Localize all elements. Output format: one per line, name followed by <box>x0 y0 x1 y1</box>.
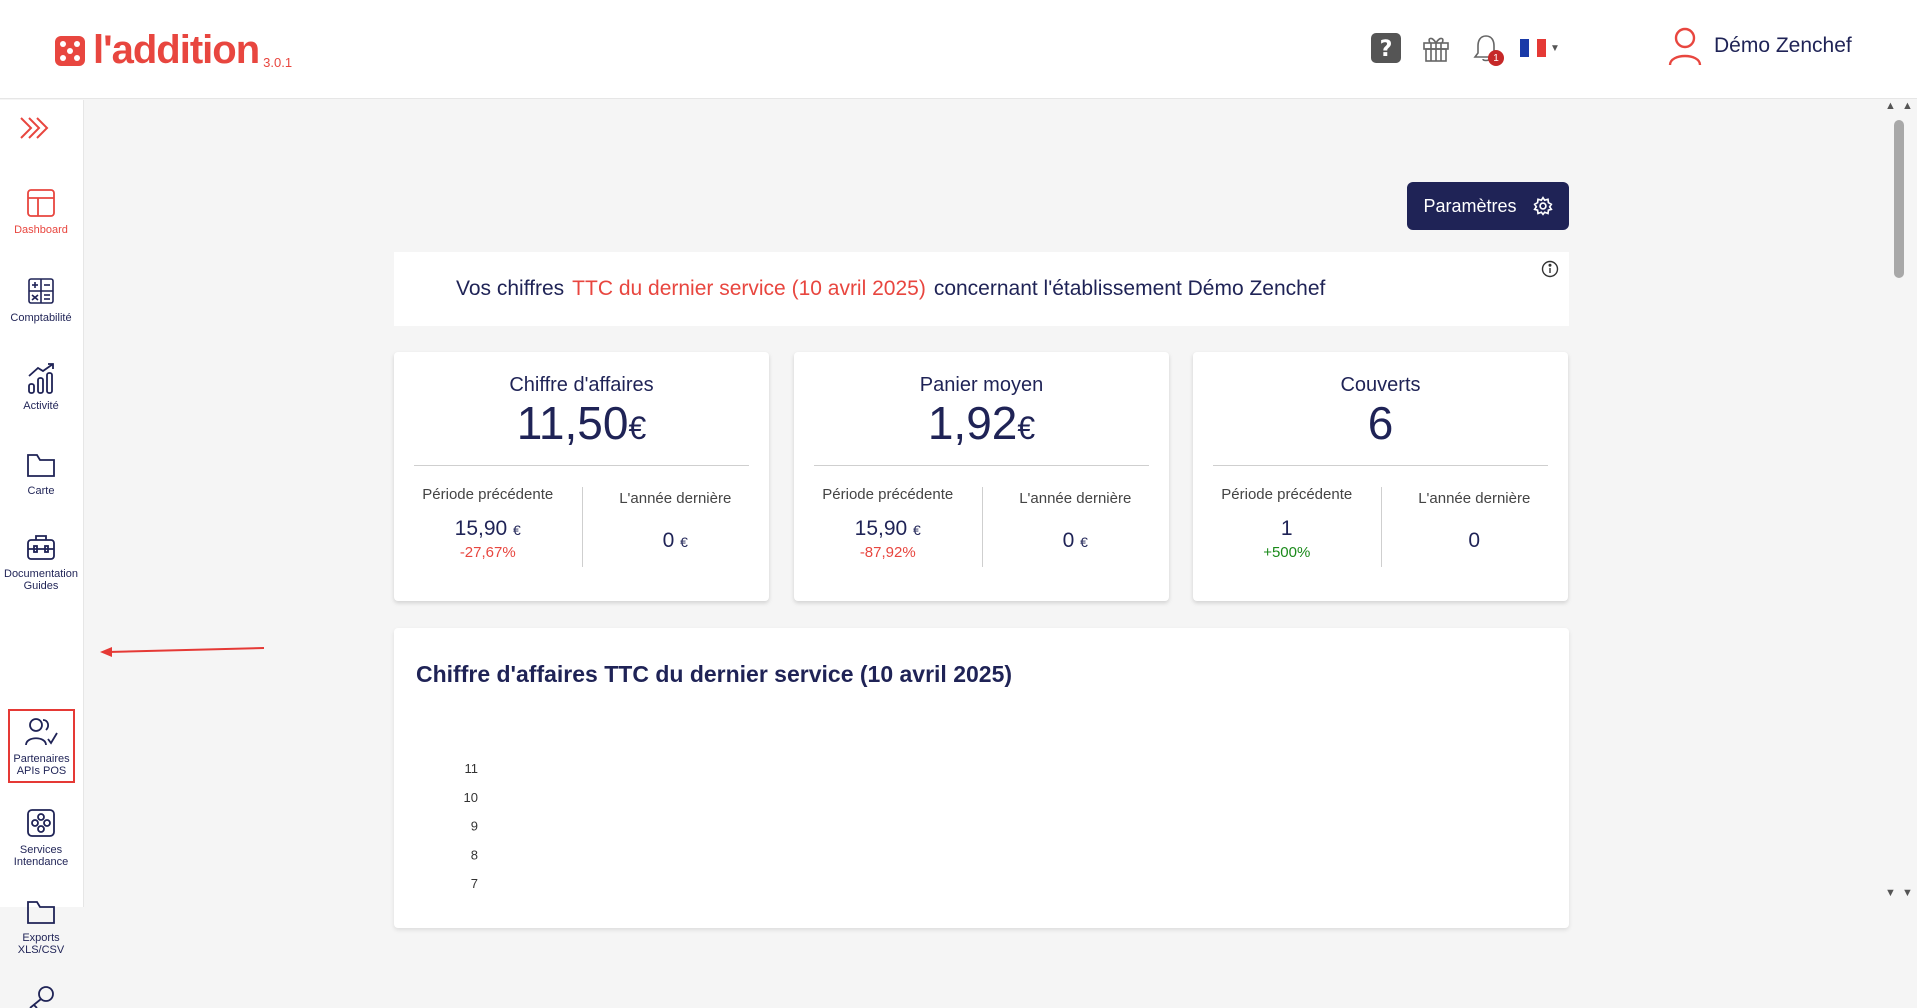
kpi-card-chiffre-affaires: Chiffre d'affaires 11,50€ Période précéd… <box>394 352 769 601</box>
user-name: Démo Zenchef <box>1714 34 1852 57</box>
banner-highlight: TTC du dernier service (10 avril 2025) <box>572 277 926 300</box>
folder-icon <box>27 901 55 924</box>
y-tick-label: 7 <box>471 876 478 891</box>
parametres-button[interactable]: Paramètres <box>1407 182 1569 230</box>
kpi-trend-pct: +500% <box>1263 544 1311 561</box>
kpi-value: 6 <box>1367 397 1394 449</box>
user-menu[interactable]: Démo Zenchef <box>1668 26 1852 66</box>
calculator-icon <box>28 278 54 304</box>
kpi-previous-period: Période précédente 1 +500% <box>1193 486 1381 561</box>
sidebar-item-label: Services Intendance <box>13 844 69 868</box>
kpi-last-year: L'année dernière 0 € <box>1019 490 1132 552</box>
sidebar-item-label: Dashboard <box>14 224 68 236</box>
scroll-down-icon[interactable]: ▼ <box>1902 887 1913 899</box>
sidebar-item-services-main[interactable]: Services Intendance <box>0 808 82 868</box>
info-banner: Vos chiffres TTC du dernier service (10 … <box>394 252 1569 326</box>
kpi-value: 1,92€ <box>927 397 1036 449</box>
notification-bell-icon[interactable]: 1 <box>1470 32 1504 66</box>
y-tick-label: 11 <box>465 761 479 776</box>
kpi-previous-period: Période précédente 15,90 € -27,67% <box>394 486 582 561</box>
sidebar-item-carte[interactable]: Carte <box>0 451 82 497</box>
logo-mark-icon <box>55 36 85 66</box>
sidebar-item-activite[interactable]: Activité <box>0 362 82 412</box>
kpi-previous-period: Période précédente 15,90 € -87,92% <box>794 486 982 561</box>
kpi-card-panier-moyen: Panier moyen 1,92€ Période précédente 15… <box>794 352 1169 601</box>
key-icon <box>29 986 54 1008</box>
y-tick-label: 9 <box>471 819 478 834</box>
scrollbar-thumb[interactable] <box>1894 120 1904 278</box>
app-logo[interactable]: l'addition 3.0.1 <box>55 30 292 70</box>
logo-text: l'addition <box>93 28 260 72</box>
banner-prefix: Vos chiffres <box>456 277 565 300</box>
sidebar-item-label: Activité <box>23 400 59 412</box>
help-icon[interactable]: ? <box>1370 32 1402 64</box>
chevron-down-icon: ▼ <box>1550 42 1560 54</box>
sidebar-item-documentation[interactable]: Documentation Guides <box>0 532 82 592</box>
briefcase-icon <box>27 535 55 560</box>
kpi-trend-pct: -87,92% <box>859 544 916 561</box>
sidebar: Dashboard Comptabilité Activité Carte Do… <box>0 100 84 1008</box>
kpi-card-couverts: Couverts 6 Période précédente 1 +500% L'… <box>1193 352 1568 601</box>
app-header: l'addition 3.0.1 ? 1 ▼ Démo Zenchef <box>0 0 1917 99</box>
kpi-title: Couverts <box>1340 374 1421 396</box>
parametres-label: Paramètres <box>1423 195 1517 216</box>
sidebar-item-comptabilite[interactable]: Comptabilité <box>0 276 82 324</box>
sidebar-item-partenaires[interactable]: Partenaires APIs POS <box>8 709 75 783</box>
y-tick-label: 10 <box>464 790 478 805</box>
scroll-up-icon[interactable]: ▲ <box>1902 100 1913 112</box>
y-tick-label: 8 <box>471 847 478 862</box>
svg-text:?: ? <box>1380 37 1393 62</box>
scroll-down-icon[interactable]: ▼ <box>1885 887 1896 899</box>
scroll-up-icon[interactable]: ▲ <box>1885 100 1896 112</box>
header-icons: ? 1 ▼ <box>1370 32 1560 66</box>
kpi-last-year: L'année dernière 0 € <box>619 490 732 552</box>
language-selector[interactable]: ▼ <box>1520 39 1560 57</box>
sidebar-item-label: Comptabilité <box>10 312 72 324</box>
dashboard-icon <box>27 189 55 217</box>
gift-icon[interactable] <box>1420 32 1452 64</box>
kpi-trend-pct: -27,67% <box>459 544 516 561</box>
french-flag-icon <box>1520 39 1547 57</box>
folder-icon <box>27 454 55 477</box>
sidebar-item-label: Carte <box>27 485 55 497</box>
user-icon <box>1668 27 1702 66</box>
kpi-title: Panier moyen <box>919 374 1044 396</box>
kpi-value: 11,50€ <box>516 397 647 449</box>
banner-suffix: concernant l'établissement Démo Zenchef <box>933 277 1326 300</box>
kpi-last-year: L'année dernière 0 <box>1418 490 1531 552</box>
sidebar-item-dashboard[interactable]: Dashboard <box>0 188 82 236</box>
revenue-chart-card: Chiffre d'affaires TTC du dernier servic… <box>394 628 1569 928</box>
sidebar-item-key[interactable] <box>0 984 82 1008</box>
services-icon <box>27 809 55 837</box>
notification-badge: 1 <box>1488 50 1504 66</box>
bar-chart-icon <box>28 363 54 394</box>
sidebar-item-label: Partenaires APIs POS <box>13 753 70 777</box>
vertical-scrollbar[interactable]: ▲ ▲ ▼ ▼ <box>1883 100 1917 907</box>
kpi-title: Chiffre d'affaires <box>509 374 654 396</box>
info-icon[interactable] <box>1541 260 1559 278</box>
expand-sidebar-icon[interactable] <box>18 114 52 147</box>
revenue-chart: 11 10 9 8 7 <box>464 761 479 891</box>
gear-icon <box>1532 196 1553 216</box>
sidebar-item-label: Exports XLS/CSV <box>17 932 65 956</box>
app-version: 3.0.1 <box>263 55 293 70</box>
partners-icon <box>24 718 58 746</box>
red-arrow-annotation <box>100 647 264 657</box>
sidebar-item-label: Documentation Guides <box>4 568 78 592</box>
